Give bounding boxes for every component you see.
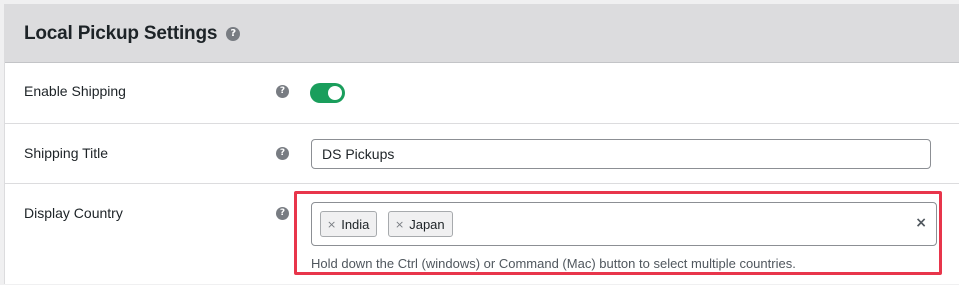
shipping-title-label: Shipping Title (24, 145, 109, 161)
chip-india: × India (320, 211, 378, 237)
highlight-box: × India × Japan × Hold down the Ctrl (wi… (294, 191, 942, 275)
panel-header: Local Pickup Settings ? (5, 5, 959, 63)
enable-shipping-toggle[interactable] (310, 83, 345, 103)
help-icon[interactable]: ? (226, 26, 241, 41)
remove-japan-icon[interactable]: × (395, 218, 404, 231)
chip-label: Japan (409, 216, 445, 232)
shipping-title-input[interactable] (311, 139, 931, 169)
row-shipping-title: Shipping Title ? (5, 124, 959, 184)
help-icon[interactable]: ? (276, 85, 289, 98)
display-country-label: Display Country (24, 205, 123, 221)
help-icon[interactable]: ? (276, 147, 289, 160)
remove-india-icon[interactable]: × (327, 218, 336, 231)
help-icon[interactable]: ? (276, 207, 289, 220)
page-title: Local Pickup Settings (24, 22, 218, 44)
chip-japan: × Japan (388, 211, 453, 237)
row-enable-shipping: Enable Shipping ? (5, 63, 959, 124)
country-multiselect[interactable]: × India × Japan × (311, 202, 937, 246)
clear-selection-icon[interactable]: × (915, 215, 927, 231)
toggle-knob (328, 86, 342, 100)
enable-shipping-label: Enable Shipping (24, 83, 126, 99)
row-display-country: Display Country ? × India × Japan × Hold… (5, 184, 959, 285)
chip-label: India (341, 216, 370, 232)
country-hint-text: Hold down the Ctrl (windows) or Command … (311, 256, 796, 271)
settings-panel: Local Pickup Settings ? Enable Shipping … (4, 4, 959, 284)
